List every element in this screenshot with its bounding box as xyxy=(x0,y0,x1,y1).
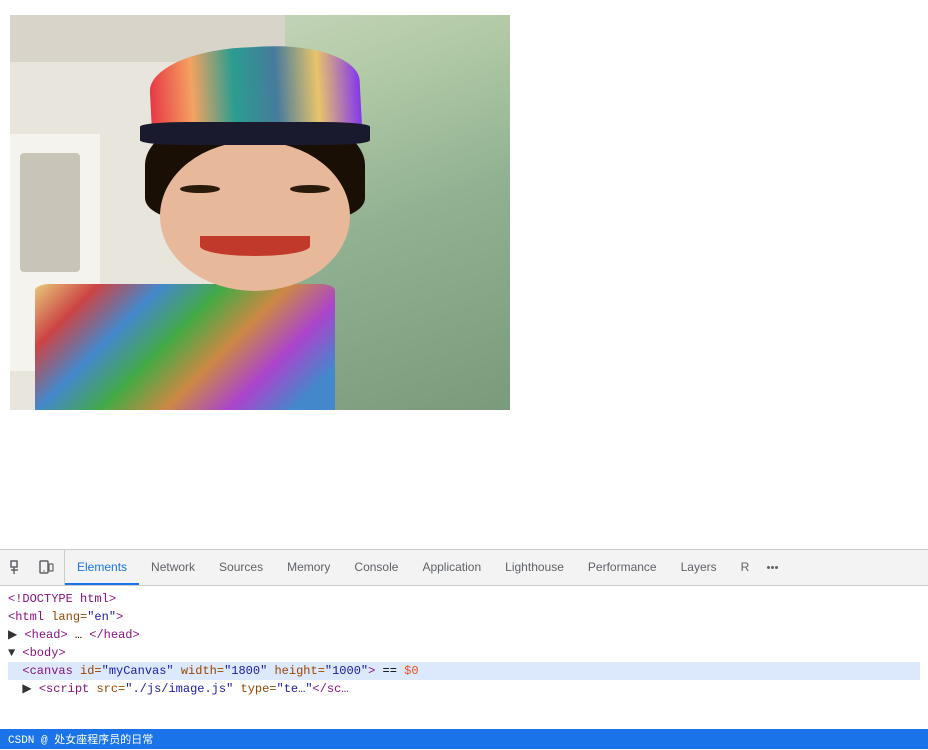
dot2 xyxy=(771,566,774,569)
more-tabs-button[interactable] xyxy=(761,550,784,585)
hat-brim xyxy=(140,122,370,146)
sweater xyxy=(35,284,335,410)
lips xyxy=(200,236,310,256)
tab-console[interactable]: Console xyxy=(342,550,410,585)
code-line-doctype: <!DOCTYPE html> xyxy=(8,590,920,608)
devtools-left-icons xyxy=(0,550,65,585)
van-mirror xyxy=(20,153,80,272)
right-eye xyxy=(290,185,330,193)
code-line-canvas[interactable]: <canvas id="myCanvas" width="1800" heigh… xyxy=(8,662,920,680)
code-line-script: ▶ <script src="./js/image.js" type="te…"… xyxy=(8,680,920,698)
devtools-statusbar: CSDN @ 处女座程序员的日常 xyxy=(0,729,928,749)
browser-content xyxy=(0,0,928,580)
devtools-tabs: Elements Network Sources Memory Console … xyxy=(65,550,784,585)
tab-memory[interactable]: Memory xyxy=(275,550,342,585)
device-toolbar-icon[interactable] xyxy=(36,558,56,578)
canvas-photo xyxy=(10,15,510,410)
tab-layers[interactable]: Layers xyxy=(669,550,729,585)
tab-elements[interactable]: Elements xyxy=(65,550,139,585)
status-left-text: CSDN @ 处女座程序员的日常 xyxy=(8,731,153,747)
dot3 xyxy=(775,566,778,569)
inspect-element-icon[interactable] xyxy=(8,558,28,578)
devtools-code-content: <!DOCTYPE html> <html lang="en"> ▶ <head… xyxy=(0,586,928,750)
devtools-toolbar: Elements Network Sources Memory Console … xyxy=(0,550,928,586)
tab-lighthouse[interactable]: Lighthouse xyxy=(493,550,576,585)
code-line-html: <html lang="en"> xyxy=(8,608,920,626)
tab-application[interactable]: Application xyxy=(410,550,493,585)
code-line-body: ▼ <body> xyxy=(8,644,920,662)
left-eye xyxy=(180,185,220,193)
tab-sources[interactable]: Sources xyxy=(207,550,275,585)
tab-recorder[interactable]: R xyxy=(729,550,762,585)
code-line-head: ▶ <head> … </head> xyxy=(8,626,920,644)
dot1 xyxy=(767,566,770,569)
image-container xyxy=(10,15,510,410)
devtools-panel: Elements Network Sources Memory Console … xyxy=(0,549,928,749)
face xyxy=(160,141,350,291)
tab-performance[interactable]: Performance xyxy=(576,550,669,585)
tab-network[interactable]: Network xyxy=(139,550,207,585)
